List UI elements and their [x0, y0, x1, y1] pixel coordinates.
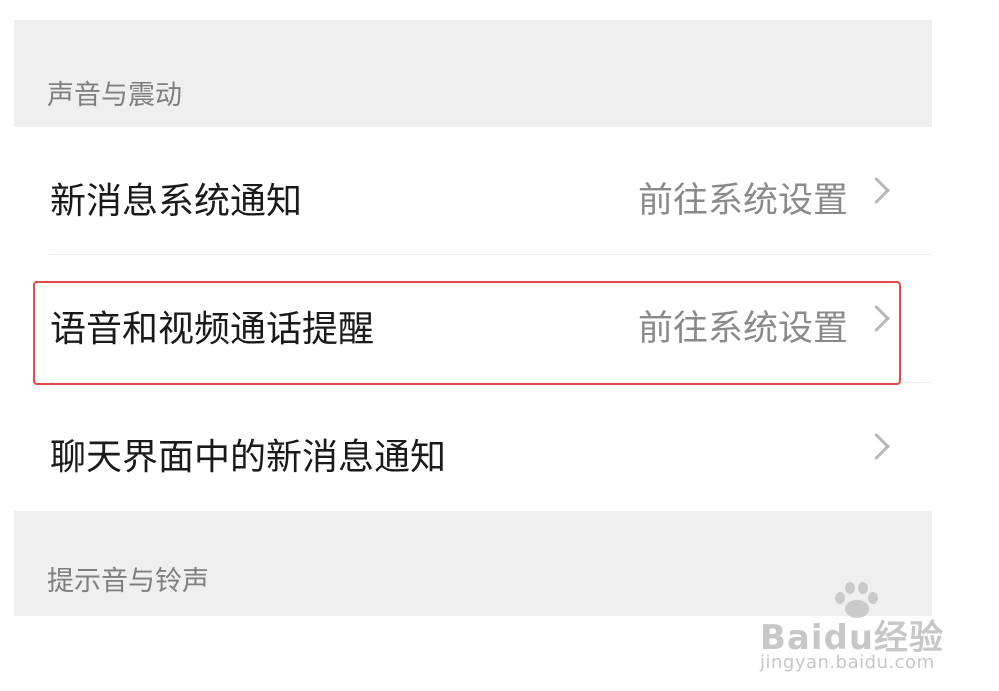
settings-screen: 声音与震动 新消息系统通知 前往系统设置 语音和视频通话提醒 前往系统设置 聊天…: [0, 0, 999, 691]
settings-row-new-message-system-notification[interactable]: 新消息系统通知 前往系统设置: [14, 127, 932, 255]
row-title: 聊天界面中的新消息通知: [50, 437, 447, 478]
settings-row-chat-new-message-notification[interactable]: 聊天界面中的新消息通知: [14, 383, 932, 511]
settings-row-voice-video-call-reminder[interactable]: 语音和视频通话提醒 前往系统设置: [14, 255, 932, 383]
row-value: 前往系统设置: [637, 181, 848, 221]
chevron-right-icon: [863, 433, 890, 460]
row-title: 语音和视频通话提醒: [50, 309, 375, 350]
notification-settings-panel: 声音与震动 新消息系统通知 前往系统设置 语音和视频通话提醒 前往系统设置 聊天…: [14, 20, 932, 616]
section-header-tone-ringtone: 提示音与铃声: [14, 511, 932, 616]
row-value: 前往系统设置: [637, 309, 848, 349]
row-title: 新消息系统通知: [50, 181, 303, 222]
section-label: 声音与震动: [47, 80, 182, 111]
watermark-url: jingyan.baidu.com: [760, 652, 935, 673]
section-header-sound-vibration: 声音与震动: [14, 20, 932, 127]
section-label: 提示音与铃声: [47, 566, 209, 597]
chevron-right-icon: [863, 305, 890, 332]
chevron-right-icon: [863, 177, 890, 204]
watermark-brand: Baidu经验: [760, 618, 945, 658]
